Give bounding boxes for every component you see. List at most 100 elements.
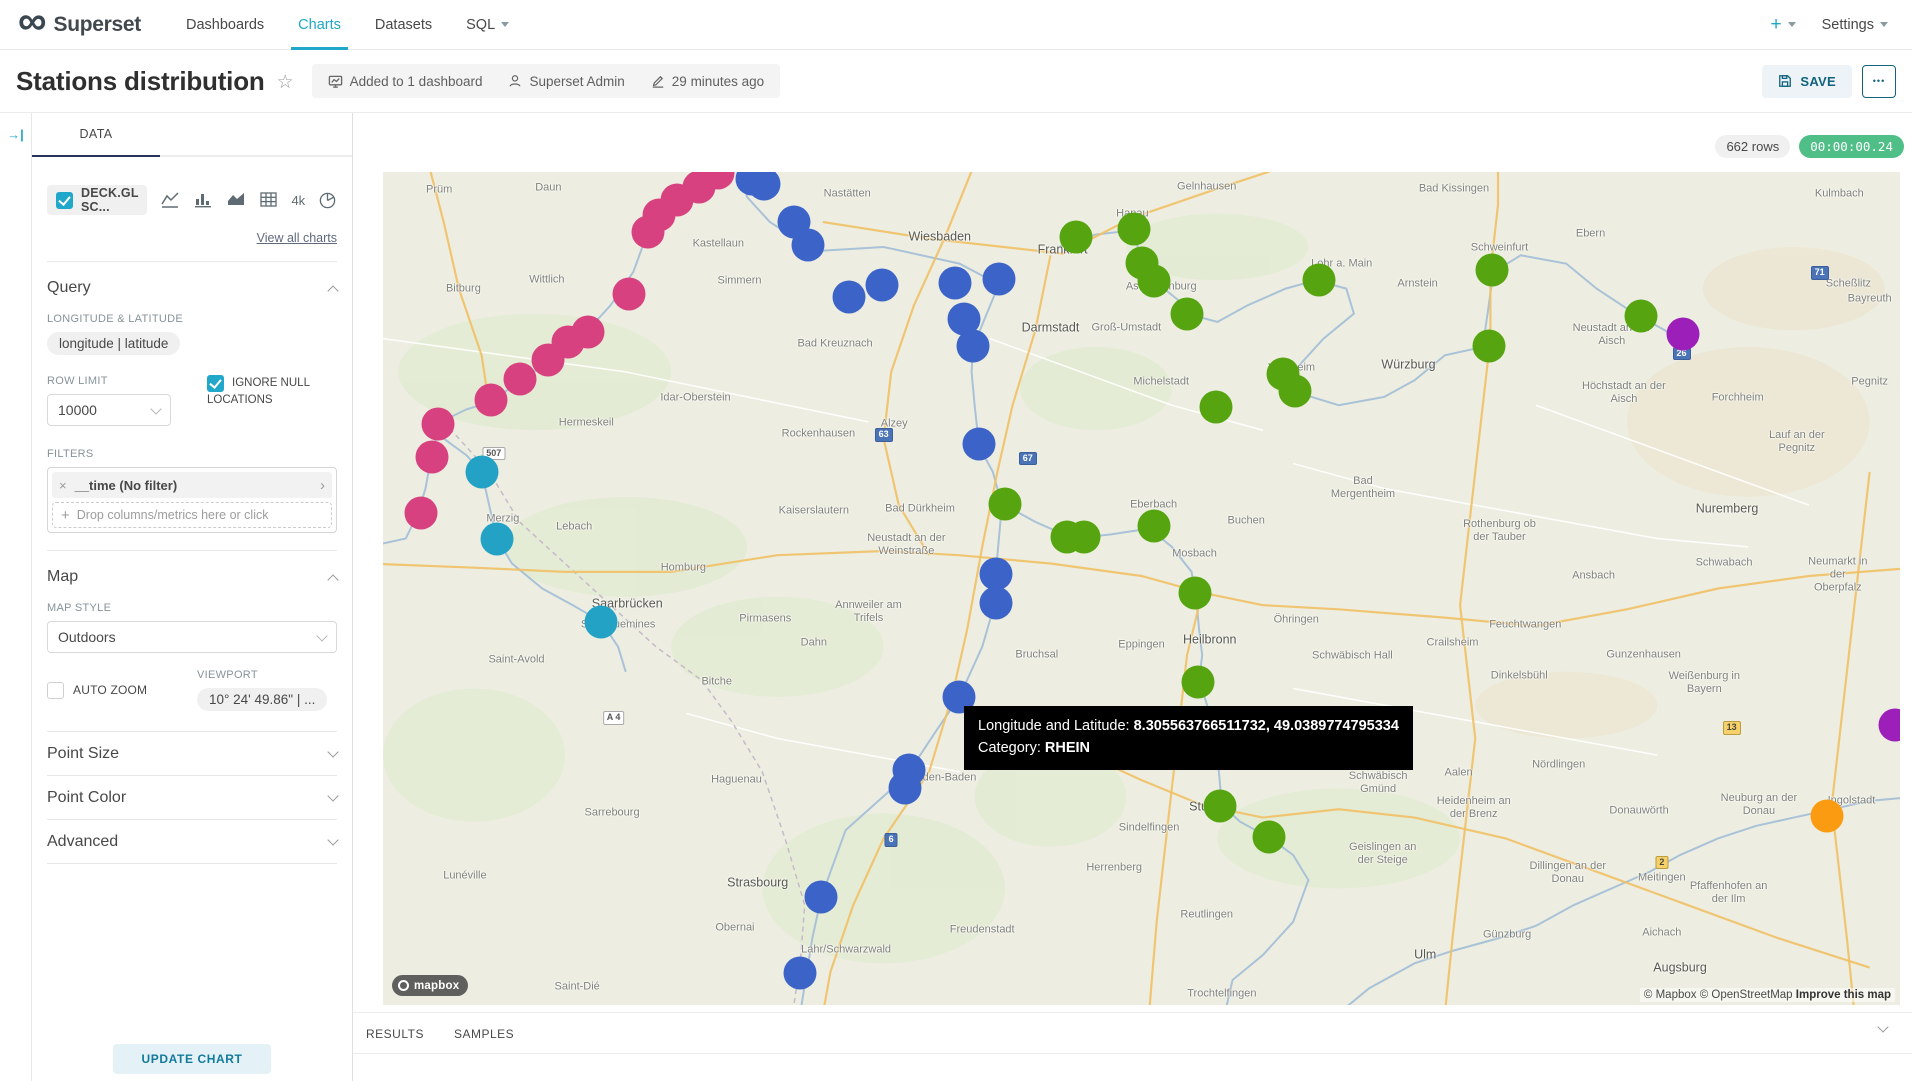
map-point-blue[interactable] [791, 229, 824, 262]
mapbox-logo[interactable]: mapbox [392, 975, 468, 996]
map-section-header[interactable]: Map [47, 551, 337, 588]
map-point-blue[interactable] [888, 772, 921, 805]
pie-chart-icon[interactable] [318, 191, 337, 210]
map-place-label: Bad Kreuznach [797, 337, 872, 350]
ignore-null-checkbox[interactable] [207, 375, 224, 392]
map-point-green[interactable] [1278, 375, 1311, 408]
map-point-pink[interactable] [415, 440, 448, 473]
nav-item-charts[interactable]: Charts [281, 0, 358, 50]
remove-filter-icon[interactable]: × [52, 478, 75, 493]
update-chart-button[interactable]: UPDATE CHART [113, 1044, 271, 1074]
bar-chart-icon[interactable] [193, 191, 213, 209]
map-place-label: Aichach [1642, 926, 1681, 939]
map-place-label: Michelstadt [1133, 375, 1189, 388]
improve-map-link[interactable]: Improve this map [1796, 989, 1891, 1001]
map-point-cyan[interactable] [585, 605, 618, 638]
map-style-select[interactable]: Outdoors [47, 621, 337, 653]
map-point-purple[interactable] [1667, 318, 1700, 351]
map-point-pink[interactable] [421, 407, 454, 440]
map-place-label: Pfaffenhofen an der Ilm [1686, 880, 1772, 906]
forest-areas [383, 214, 1460, 964]
dashboard-count-badge[interactable]: Added to 1 dashboard [328, 74, 483, 89]
map-point-green[interactable] [1302, 264, 1335, 297]
map-point-blue[interactable] [963, 427, 996, 460]
map-point-green[interactable] [1060, 220, 1093, 253]
map-point-green[interactable] [1067, 520, 1100, 553]
map-point-green[interactable] [1178, 577, 1211, 610]
map-point-green[interactable] [1199, 390, 1232, 423]
map-point-cyan[interactable] [480, 522, 513, 555]
tab-results[interactable]: RESULTS [366, 1027, 424, 1053]
row-limit-select[interactable]: 10000 [47, 394, 171, 426]
map-point-pink[interactable] [632, 215, 665, 248]
section-advanced[interactable]: Advanced [47, 820, 337, 864]
map-point-pink[interactable] [532, 344, 565, 377]
table-icon[interactable] [259, 191, 278, 209]
map-point-green[interactable] [1624, 300, 1657, 333]
section-point-color[interactable]: Point Color [47, 776, 337, 820]
map-point-green[interactable] [1117, 212, 1150, 245]
nav-item-datasets[interactable]: Datasets [358, 0, 449, 50]
map-point-green[interactable] [1137, 510, 1170, 543]
map-point-green[interactable] [1181, 665, 1214, 698]
favorite-star-icon[interactable]: ☆ [277, 71, 294, 94]
nav-item-sql[interactable]: SQL [449, 0, 526, 50]
map-point-blue[interactable] [979, 587, 1012, 620]
map-point-blue[interactable] [938, 266, 971, 299]
chevron-down-icon [150, 403, 161, 414]
map-point-pink[interactable] [404, 496, 437, 529]
map-point-blue[interactable] [982, 262, 1015, 295]
auto-zoom-checkbox[interactable] [47, 682, 64, 699]
map-point-green[interactable] [1475, 254, 1508, 287]
map-point-green[interactable] [1204, 789, 1237, 822]
map-place-label: Donauwörth [1609, 804, 1668, 817]
map-canvas[interactable]: Longitude and Latitude: 8.30556376651173… [383, 172, 1900, 1005]
tab-samples[interactable]: SAMPLES [454, 1027, 514, 1053]
section-point-size[interactable]: Point Size [47, 732, 337, 776]
map-point-blue[interactable] [866, 269, 899, 302]
viz-type-selected[interactable]: DECK.GL SC... [47, 185, 147, 215]
map-point-blue[interactable] [957, 330, 990, 363]
map-point-pink[interactable] [503, 362, 536, 395]
view-all-charts-link[interactable]: View all charts [257, 231, 337, 245]
viewport-value-chip[interactable]: 10° 24' 49.86" | ... [197, 688, 327, 711]
query-section-header[interactable]: Query [47, 262, 337, 299]
chevron-down-icon [1788, 22, 1796, 27]
new-item-button[interactable]: + [1770, 14, 1795, 36]
nav-item-dashboards[interactable]: Dashboards [169, 0, 281, 50]
map-point-pink[interactable] [612, 278, 645, 311]
map-point-blue[interactable] [805, 880, 838, 913]
save-button[interactable]: SAVE [1762, 65, 1852, 98]
more-actions-button[interactable]: ••• [1862, 65, 1896, 98]
plus-icon: + [61, 507, 70, 524]
map-place-label: Gunzenhausen [1606, 649, 1681, 662]
area-chart-icon[interactable] [226, 191, 246, 209]
owner-badge[interactable]: Superset Admin [508, 74, 624, 89]
time-filter-chip[interactable]: × __time (No filter) › [52, 472, 332, 498]
last-modified-badge[interactable]: 29 minutes ago [651, 74, 764, 89]
map-point-green[interactable] [1472, 330, 1505, 363]
map-point-orange[interactable] [1811, 799, 1844, 832]
lonlat-value-chip[interactable]: longitude | latitude [47, 332, 180, 355]
filter-drop-zone[interactable]: + Drop columns/metrics here or click [52, 502, 332, 528]
map-point-green[interactable] [1171, 297, 1204, 330]
map-point-green[interactable] [988, 487, 1021, 520]
map-point-pink[interactable] [474, 384, 507, 417]
map-point-cyan[interactable] [465, 455, 498, 488]
map-point-blue[interactable] [784, 957, 817, 990]
map-point-green[interactable] [1252, 820, 1285, 853]
osm-attribution-link[interactable]: © OpenStreetMap [1700, 989, 1793, 1001]
superset-logo[interactable]: ∞ Superset [18, 9, 141, 41]
map-point-blue[interactable] [832, 280, 865, 313]
tab-data[interactable]: DATA [32, 113, 160, 157]
settings-menu[interactable]: Settings [1822, 17, 1888, 33]
map-point-green[interactable] [1137, 265, 1170, 298]
map-point-blue[interactable] [979, 557, 1012, 590]
line-chart-icon[interactable] [160, 191, 180, 209]
viz-4k-option[interactable]: 4k [291, 193, 305, 208]
expand-datasource-icon[interactable]: →| [7, 127, 24, 142]
map-place-label: Ansbach [1572, 570, 1615, 583]
map-place-label: Heidenheim an der Brenz [1431, 795, 1517, 821]
mapbox-attribution-link[interactable]: © Mapbox [1644, 989, 1697, 1001]
map-place-label: Annweiler am Trifels [825, 599, 911, 625]
